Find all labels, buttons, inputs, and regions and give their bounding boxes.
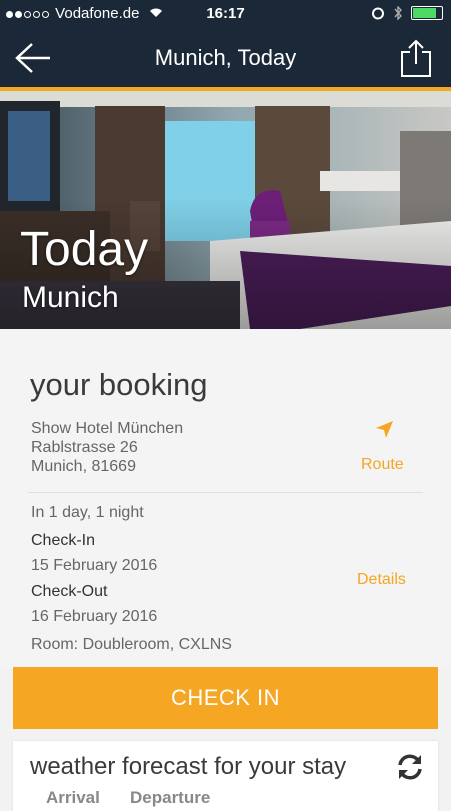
navigation-bar: Munich, Today bbox=[0, 28, 451, 88]
hero-subtitle: Munich bbox=[22, 281, 119, 314]
navigation-arrow-icon[interactable] bbox=[373, 419, 395, 441]
hotel-room-image: Today Munich bbox=[0, 91, 451, 329]
bluetooth-icon bbox=[394, 6, 402, 20]
booking-title: your booking bbox=[30, 367, 208, 402]
check-in-button[interactable]: CHECK IN bbox=[13, 667, 438, 729]
hero-title: Today bbox=[20, 223, 149, 276]
checkout-date: 16 February 2016 bbox=[31, 608, 158, 625]
hotel-name: Show Hotel München bbox=[31, 420, 184, 437]
alarm-icon bbox=[372, 7, 384, 20]
weather-card: weather forecast for your stay Arrival D… bbox=[13, 741, 438, 811]
checkin-date: 15 February 2016 bbox=[31, 557, 158, 574]
booking-card: your booking Show Hotel München Rablstra… bbox=[0, 329, 451, 669]
checkout-label: Check-Out bbox=[31, 583, 108, 600]
route-link[interactable]: Route bbox=[361, 456, 404, 474]
hotel-address: Show Hotel München Rablstrasse 26 Munich… bbox=[31, 419, 183, 476]
share-icon[interactable] bbox=[399, 38, 433, 78]
tab-arrival[interactable]: Arrival bbox=[46, 788, 100, 808]
hotel-street: Rablstrasse 26 bbox=[31, 439, 138, 456]
hotel-city: Munich, 81669 bbox=[31, 458, 136, 475]
details-link[interactable]: Details bbox=[357, 571, 406, 589]
divider bbox=[28, 492, 423, 493]
stay-summary: In 1 day, 1 night bbox=[31, 504, 144, 521]
room-info: Room: Doubleroom, CXLNS bbox=[31, 636, 232, 653]
weather-title: weather forecast for your stay bbox=[30, 753, 347, 780]
page-title: Munich, Today bbox=[154, 45, 297, 70]
status-bar: Vodafone.de 16:17 bbox=[0, 0, 451, 28]
tab-departure[interactable]: Departure bbox=[130, 788, 210, 808]
arrow-left-icon[interactable] bbox=[12, 40, 52, 76]
checkin-label: Check-In bbox=[31, 532, 96, 549]
refresh-icon[interactable] bbox=[394, 751, 426, 783]
battery-icon bbox=[411, 6, 443, 20]
